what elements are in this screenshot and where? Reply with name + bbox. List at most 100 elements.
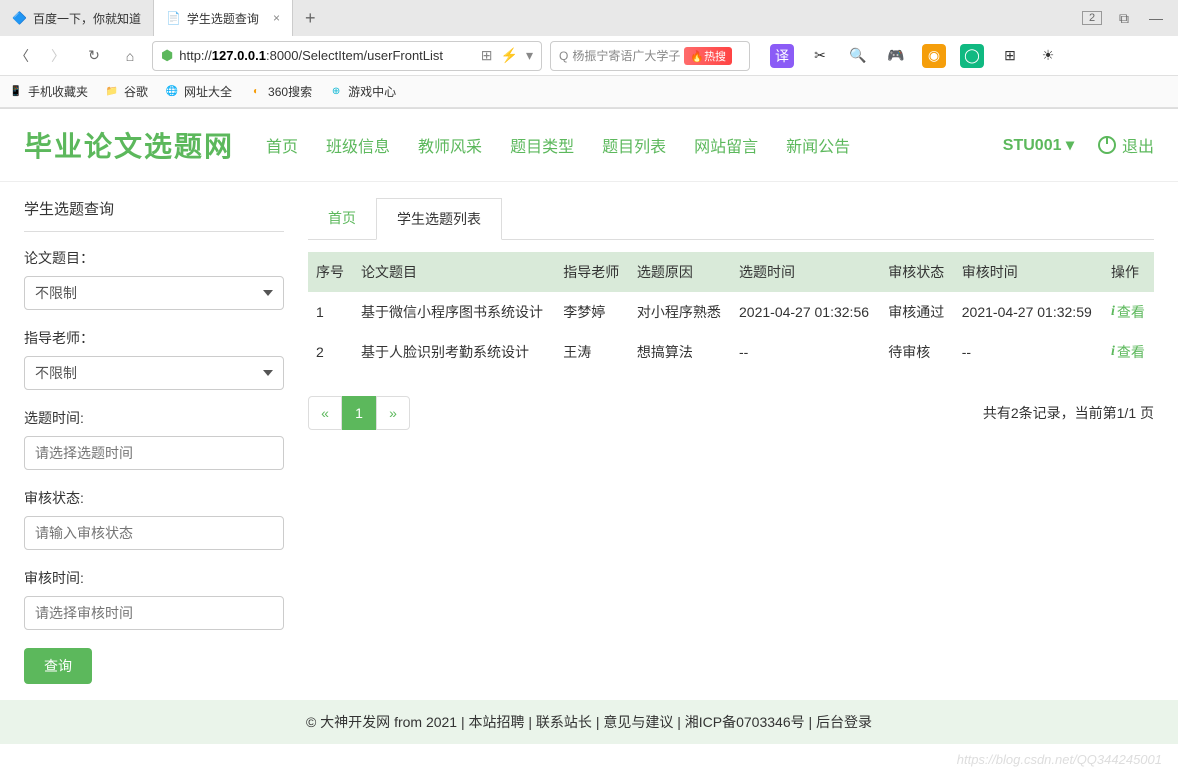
- grid-icon[interactable]: ⊞: [998, 44, 1022, 68]
- table-row: 1 基于微信小程序图书系统设计 李梦婷 对小程序熟悉 2021-04-27 01…: [308, 292, 1154, 332]
- cell-audit-time: --: [954, 332, 1103, 372]
- table-row: 2 基于人脸识别考勤系统设计 王涛 想搞算法 -- 待审核 -- i 查看: [308, 332, 1154, 372]
- forward-button[interactable]: 〉: [44, 42, 72, 70]
- logout-button[interactable]: 退出: [1098, 133, 1154, 157]
- bookmarks-row: 📱手机收藏夹 📁谷歌 🌐网址大全 ◐360搜索 ⊕游戏中心: [0, 76, 1178, 108]
- cell-title: 基于人脸识别考勤系统设计: [353, 332, 555, 372]
- breadcrumb-current[interactable]: 学生选题列表: [376, 198, 502, 240]
- bookmark-item[interactable]: ◐360搜索: [248, 83, 312, 100]
- nav-class[interactable]: 班级信息: [326, 133, 390, 157]
- search-placeholder: 杨振宁寄语广大学子: [572, 47, 680, 64]
- user-dropdown[interactable]: STU001 ▾: [1003, 135, 1074, 155]
- nav-type[interactable]: 题目类型: [510, 133, 574, 157]
- power-icon: [1098, 136, 1116, 154]
- audit-time-input[interactable]: [24, 596, 284, 630]
- page-prev[interactable]: «: [308, 396, 342, 430]
- tabs-row: 🔷 百度一下，你就知道 📄 学生选题查询 × + 2 ⧉ —: [0, 0, 1178, 36]
- page-next[interactable]: »: [376, 396, 410, 430]
- search-icon: Q: [559, 49, 568, 63]
- chat-icon[interactable]: ◯: [960, 44, 984, 68]
- th-select-time: 选题时间: [731, 252, 880, 292]
- sidebar-title: 学生选题查询: [24, 198, 284, 232]
- data-table: 序号 论文题目 指导老师 选题原因 选题时间 审核状态 审核时间 操作 1 基于…: [308, 252, 1154, 372]
- cell-audit-time: 2021-04-27 01:32:59: [954, 292, 1103, 332]
- sidebar: 学生选题查询 论文题目： 不限制 指导老师： 不限制 选题时间: 审核状态: 审…: [24, 198, 284, 684]
- nav-message[interactable]: 网站留言: [694, 133, 758, 157]
- browser-chrome: 🔷 百度一下，你就知道 📄 学生选题查询 × + 2 ⧉ — 〈 〉 ↻ ⌂ ⬢…: [0, 0, 1178, 109]
- info-icon: i: [1111, 304, 1115, 320]
- view-link[interactable]: i 查看: [1111, 302, 1145, 322]
- settings-icon[interactable]: ☀: [1036, 44, 1060, 68]
- bookmark-item[interactable]: 📱手机收藏夹: [8, 83, 88, 100]
- cell-title: 基于微信小程序图书系统设计: [353, 292, 555, 332]
- nav-list[interactable]: 题目列表: [602, 133, 666, 157]
- tab-title: 百度一下，你就知道: [33, 10, 141, 27]
- main-nav: 首页 班级信息 教师风采 题目类型 题目列表 网站留言 新闻公告: [266, 133, 850, 157]
- bookmark-item[interactable]: 📁谷歌: [104, 83, 148, 100]
- pagination-row: « 1 » 共有2条记录，当前第1/1 页: [308, 396, 1154, 430]
- search-tool-icon[interactable]: 🔍: [846, 44, 870, 68]
- main-area: 首页 学生选题列表 序号 论文题目 指导老师 选题原因 选题时间 审核状态 审核…: [308, 198, 1154, 684]
- add-tab-button[interactable]: +: [293, 8, 328, 29]
- back-button[interactable]: 〈: [8, 42, 36, 70]
- cell-status: 待审核: [880, 332, 954, 372]
- bookmark-item[interactable]: 🌐网址大全: [164, 83, 232, 100]
- tab-favicon: 📄: [166, 11, 181, 25]
- tab-title: 学生选题查询: [187, 10, 259, 27]
- select-time-input[interactable]: [24, 436, 284, 470]
- view-link[interactable]: i 查看: [1111, 342, 1145, 362]
- nav-news[interactable]: 新闻公告: [786, 133, 850, 157]
- th-action: 操作: [1103, 252, 1154, 292]
- audit-status-label: 审核状态:: [24, 488, 284, 508]
- breadcrumb-home[interactable]: 首页: [308, 198, 376, 239]
- nav-home[interactable]: 首页: [266, 133, 298, 157]
- cell-teacher: 王涛: [555, 332, 629, 372]
- th-status: 审核状态: [880, 252, 954, 292]
- th-reason: 选题原因: [629, 252, 731, 292]
- audit-time-label: 审核时间:: [24, 568, 284, 588]
- logo[interactable]: 毕业论文选题网: [24, 125, 234, 165]
- select-time-label: 选题时间:: [24, 408, 284, 428]
- lightning-icon[interactable]: ⚡: [501, 47, 518, 64]
- page-number[interactable]: 1: [342, 396, 376, 430]
- th-audit-time: 审核时间: [954, 252, 1103, 292]
- teacher-select[interactable]: 不限制: [24, 356, 284, 390]
- reload-button[interactable]: ↻: [80, 42, 108, 70]
- topic-label: 论文题目：: [24, 248, 284, 268]
- content-wrap: 学生选题查询 论文题目： 不限制 指导老师： 不限制 选题时间: 审核状态: 审…: [0, 182, 1178, 700]
- browser-tab-active[interactable]: 📄 学生选题查询 ×: [154, 0, 293, 36]
- breadcrumb-tabs: 首页 学生选题列表: [308, 198, 1154, 240]
- page-header: 毕业论文选题网 首页 班级信息 教师风采 题目类型 题目列表 网站留言 新闻公告…: [0, 109, 1178, 182]
- minimize-icon[interactable]: —: [1146, 10, 1166, 26]
- translate-icon[interactable]: 译: [770, 44, 794, 68]
- qr-icon[interactable]: ⊞: [481, 47, 493, 64]
- close-icon[interactable]: ×: [273, 11, 280, 25]
- teacher-label: 指导老师：: [24, 328, 284, 348]
- watermark: https://blog.csdn.net/QQ344245001: [0, 744, 1178, 775]
- nav-teacher[interactable]: 教师风采: [418, 133, 482, 157]
- home-button[interactable]: ⌂: [116, 42, 144, 70]
- game-icon[interactable]: 🎮: [884, 44, 908, 68]
- cell-no: 2: [308, 332, 353, 372]
- topic-select[interactable]: 不限制: [24, 276, 284, 310]
- audit-status-input[interactable]: [24, 516, 284, 550]
- shield-icon: ⬢: [161, 47, 173, 64]
- hot-tag: 🔥热搜: [684, 47, 732, 65]
- th-no: 序号: [308, 252, 353, 292]
- footer-text[interactable]: © 大神开发网 from 2021 | 本站招聘 | 联系站长 | 意见与建议 …: [306, 714, 872, 730]
- window-count[interactable]: 2: [1082, 11, 1102, 25]
- search-box[interactable]: Q 杨振宁寄语广大学子 🔥热搜: [550, 41, 750, 71]
- chevron-down-icon: ▾: [1066, 137, 1074, 154]
- cell-status: 审核通过: [880, 292, 954, 332]
- chevron-down-icon[interactable]: ▾: [526, 47, 533, 64]
- th-teacher: 指导老师: [555, 252, 629, 292]
- window-restore-icon[interactable]: ⧉: [1114, 10, 1134, 27]
- coin-icon[interactable]: ◉: [922, 44, 946, 68]
- browser-tab[interactable]: 🔷 百度一下，你就知道: [0, 0, 154, 36]
- url-bar[interactable]: ⬢ http://127.0.0.1:8000/SelectItem/userF…: [152, 41, 542, 71]
- toolbar-icons: 译 ✂ 🔍 🎮 ◉ ◯ ⊞ ☀: [770, 44, 1060, 68]
- bookmark-item[interactable]: ⊕游戏中心: [328, 83, 396, 100]
- search-button[interactable]: 查询: [24, 648, 92, 684]
- cell-teacher: 李梦婷: [555, 292, 629, 332]
- scissors-icon[interactable]: ✂: [808, 44, 832, 68]
